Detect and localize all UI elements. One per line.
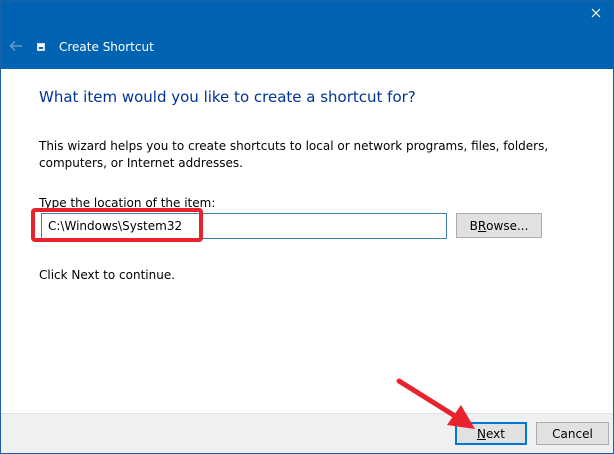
next-label-accelerator: N [477,426,486,441]
window-title: Create Shortcut [59,40,154,54]
cancel-button[interactable]: Cancel [536,422,609,445]
location-label-text: ype the location of the item: [44,196,216,210]
back-arrow-icon [9,41,22,51]
location-input[interactable] [41,213,447,239]
close-icon [591,8,601,18]
next-button[interactable]: Next [455,422,527,445]
close-button[interactable] [579,1,613,25]
browse-label-start: B [469,218,478,233]
title-bar: Create Shortcut [1,1,613,69]
continue-text: Click Next to continue. [39,268,176,282]
wizard-heading: What item would you like to create a sho… [39,88,416,106]
shortcut-icon [37,43,45,51]
wizard-description: This wizard helps you to create shortcut… [39,139,549,170]
browse-label-accelerator: R [477,218,487,233]
browse-button[interactable]: B Rowse... [456,213,542,238]
browse-label-rest: owse... [486,218,529,233]
location-label: Type the location of the item: [39,195,215,211]
next-label-rest: ext [486,426,505,441]
back-button[interactable] [7,37,25,55]
create-shortcut-window: Create Shortcut What item would you like… [0,0,614,454]
